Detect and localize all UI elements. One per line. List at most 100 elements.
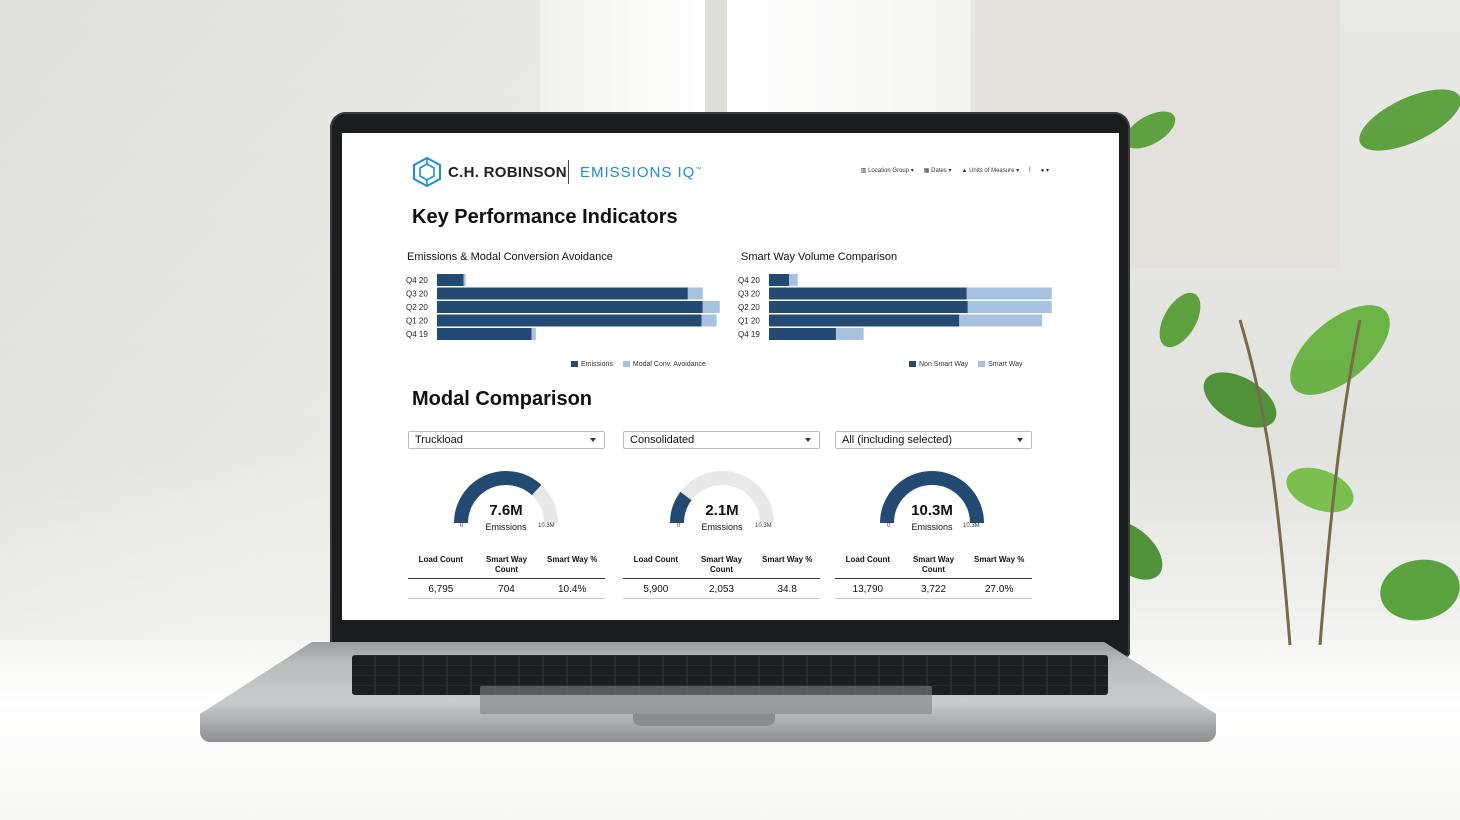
tick-label: Q3 20 bbox=[738, 290, 760, 299]
bar-primary bbox=[437, 287, 688, 300]
table-row: 6,795 704 10.4% bbox=[408, 579, 605, 599]
scale-icon: ▲ bbox=[961, 168, 970, 174]
nav-separator: | bbox=[1029, 167, 1031, 173]
kpi-table-truckload: Load Count Smart Way Count Smart Way % 6… bbox=[408, 555, 605, 599]
bar-primary bbox=[769, 301, 968, 313]
table-row: 5,900 2,053 34.8 bbox=[623, 579, 820, 599]
bar-primary bbox=[769, 274, 790, 286]
tick-label: Q4 20 bbox=[406, 276, 428, 285]
bar-secondary bbox=[966, 287, 1052, 300]
bar-secondary bbox=[531, 328, 536, 340]
cell: 10.4% bbox=[558, 584, 587, 595]
chart1-title: Emissions & Modal Conversion Avoidance bbox=[407, 251, 613, 263]
col-load-count: Load Count bbox=[418, 555, 464, 564]
dates-menu[interactable]: ▦ Dates ▾ bbox=[924, 167, 952, 174]
table-header: Load Count Smart Way Count Smart Way % bbox=[408, 555, 605, 579]
col-smartway-count: Smart Way Count bbox=[485, 555, 528, 574]
laptop-lip bbox=[633, 714, 775, 726]
chevron-down-icon bbox=[1017, 438, 1023, 442]
user-menu[interactable]: ● ▾ bbox=[1041, 167, 1049, 174]
bar-secondary bbox=[463, 274, 466, 286]
chevron-down-icon bbox=[805, 438, 811, 442]
header-nav: ▥ Location Group ▾ ▦ Dates ▾ ▲ Units of … bbox=[861, 167, 1049, 174]
dashboard-screen: C.H. ROBINSON EMISSIONS IQ™ ▥ Location G… bbox=[342, 133, 1119, 620]
cell: 3,722 bbox=[920, 584, 947, 595]
smartway-bar-chart: Q4 20 Q3 20 Q2 20 Q1 20 Q4 19 bbox=[738, 274, 1052, 340]
gauge-min: 0 bbox=[677, 523, 681, 529]
brand-name: C.H. ROBINSON bbox=[448, 164, 567, 181]
bar-secondary bbox=[967, 301, 1052, 313]
bar-secondary bbox=[789, 274, 798, 286]
chart2-title: Smart Way Volume Comparison bbox=[741, 251, 898, 263]
chevron-down-icon bbox=[590, 438, 596, 442]
chart2-legend: Non Smart Way Smart Way bbox=[909, 361, 1023, 368]
col-smartway-pct: Smart Way % bbox=[973, 555, 1025, 564]
logo-divider bbox=[568, 160, 569, 184]
kpi-table-consolidated: Load Count Smart Way Count Smart Way % 5… bbox=[623, 555, 820, 599]
gauge-label: Emissions bbox=[485, 522, 527, 532]
tick-label: Q2 20 bbox=[406, 303, 428, 312]
tick-label: Q4 19 bbox=[738, 330, 760, 339]
plant-image bbox=[1097, 89, 1460, 645]
product-name: EMISSIONS IQ™ bbox=[580, 164, 703, 181]
gauge-max: 10.3M bbox=[755, 523, 772, 529]
app-header: C.H. ROBINSON EMISSIONS IQ™ ▥ Location G… bbox=[412, 157, 1119, 187]
legend-item: Modal Conv. Avoidance bbox=[622, 361, 706, 368]
bar-secondary bbox=[687, 287, 703, 300]
bar-secondary bbox=[835, 328, 864, 340]
chart1-legend: Emissions Modal Conv. Avoidance bbox=[571, 361, 706, 368]
bar-primary bbox=[437, 274, 464, 286]
col-smartway-count: Smart Way Count bbox=[912, 555, 955, 574]
units-menu[interactable]: ▲ Units of Measure ▾ bbox=[961, 167, 1019, 174]
col-smartway-pct: Smart Way % bbox=[546, 555, 598, 564]
bar-primary bbox=[769, 328, 836, 340]
gauge-label: Emissions bbox=[911, 522, 953, 532]
emissions-bar-chart: Q4 20 Q3 20 Q2 20 Q1 20 Q4 19 bbox=[406, 274, 720, 340]
kpi-table-all: Load Count Smart Way Count Smart Way % 1… bbox=[835, 555, 1032, 599]
cell: 34.8 bbox=[777, 584, 797, 595]
bar-primary bbox=[769, 287, 967, 300]
mode-select-consolidated[interactable]: Consolidated bbox=[623, 431, 820, 449]
col-smartway-pct: Smart Way % bbox=[761, 555, 813, 564]
window-light bbox=[540, 0, 970, 120]
building-icon: ▥ bbox=[860, 168, 869, 174]
tick-label: Q4 19 bbox=[406, 330, 428, 339]
cell: 13,790 bbox=[852, 584, 884, 595]
kpi-heading: Key Performance Indicators bbox=[412, 206, 678, 228]
tick-label: Q3 20 bbox=[406, 290, 428, 299]
mode-select-all[interactable]: All (including selected) bbox=[835, 431, 1032, 449]
bar-primary bbox=[437, 301, 703, 313]
tick-label: Q2 20 bbox=[738, 303, 760, 312]
cell: 2,053 bbox=[708, 584, 735, 595]
bar-primary bbox=[769, 314, 960, 327]
cell: 5,900 bbox=[643, 584, 669, 595]
legend-item: Emissions bbox=[571, 361, 613, 368]
tick-label: Q1 20 bbox=[738, 317, 760, 326]
col-load-count: Load Count bbox=[845, 555, 891, 564]
gauge-max: 10.3M bbox=[538, 523, 555, 529]
tick-label: Q1 20 bbox=[406, 317, 428, 326]
gauge-value: 7.6M bbox=[489, 502, 523, 519]
bar-secondary bbox=[702, 301, 720, 313]
chr-logo-icon bbox=[413, 157, 441, 187]
tick-label: Q4 20 bbox=[738, 276, 760, 285]
modal-heading: Modal Comparison bbox=[412, 388, 593, 410]
location-group-menu[interactable]: ▥ Location Group ▾ bbox=[861, 167, 914, 174]
gauge-min: 0 bbox=[887, 523, 891, 529]
gauge-max: 10.3M bbox=[963, 523, 980, 529]
table-row: 13,790 3,722 27.0% bbox=[835, 579, 1032, 599]
cell: 704 bbox=[498, 584, 515, 595]
gauge-value: 2.1M bbox=[705, 502, 739, 519]
bar-primary bbox=[437, 328, 532, 340]
mode-select-truckload[interactable]: Truckload bbox=[408, 431, 605, 449]
gauge-min: 0 bbox=[460, 523, 464, 529]
table-header: Load Count Smart Way Count Smart Way % bbox=[835, 555, 1032, 579]
bar-primary bbox=[437, 314, 702, 327]
table-header: Load Count Smart Way Count Smart Way % bbox=[623, 555, 820, 579]
bar-secondary bbox=[959, 314, 1043, 327]
gauge-value: 10.3M bbox=[911, 502, 953, 519]
legend-item: Non Smart Way bbox=[909, 361, 968, 368]
col-smartway-count: Smart Way Count bbox=[700, 555, 743, 574]
col-load-count: Load Count bbox=[633, 555, 679, 564]
legend-item: Smart Way bbox=[978, 361, 1023, 368]
